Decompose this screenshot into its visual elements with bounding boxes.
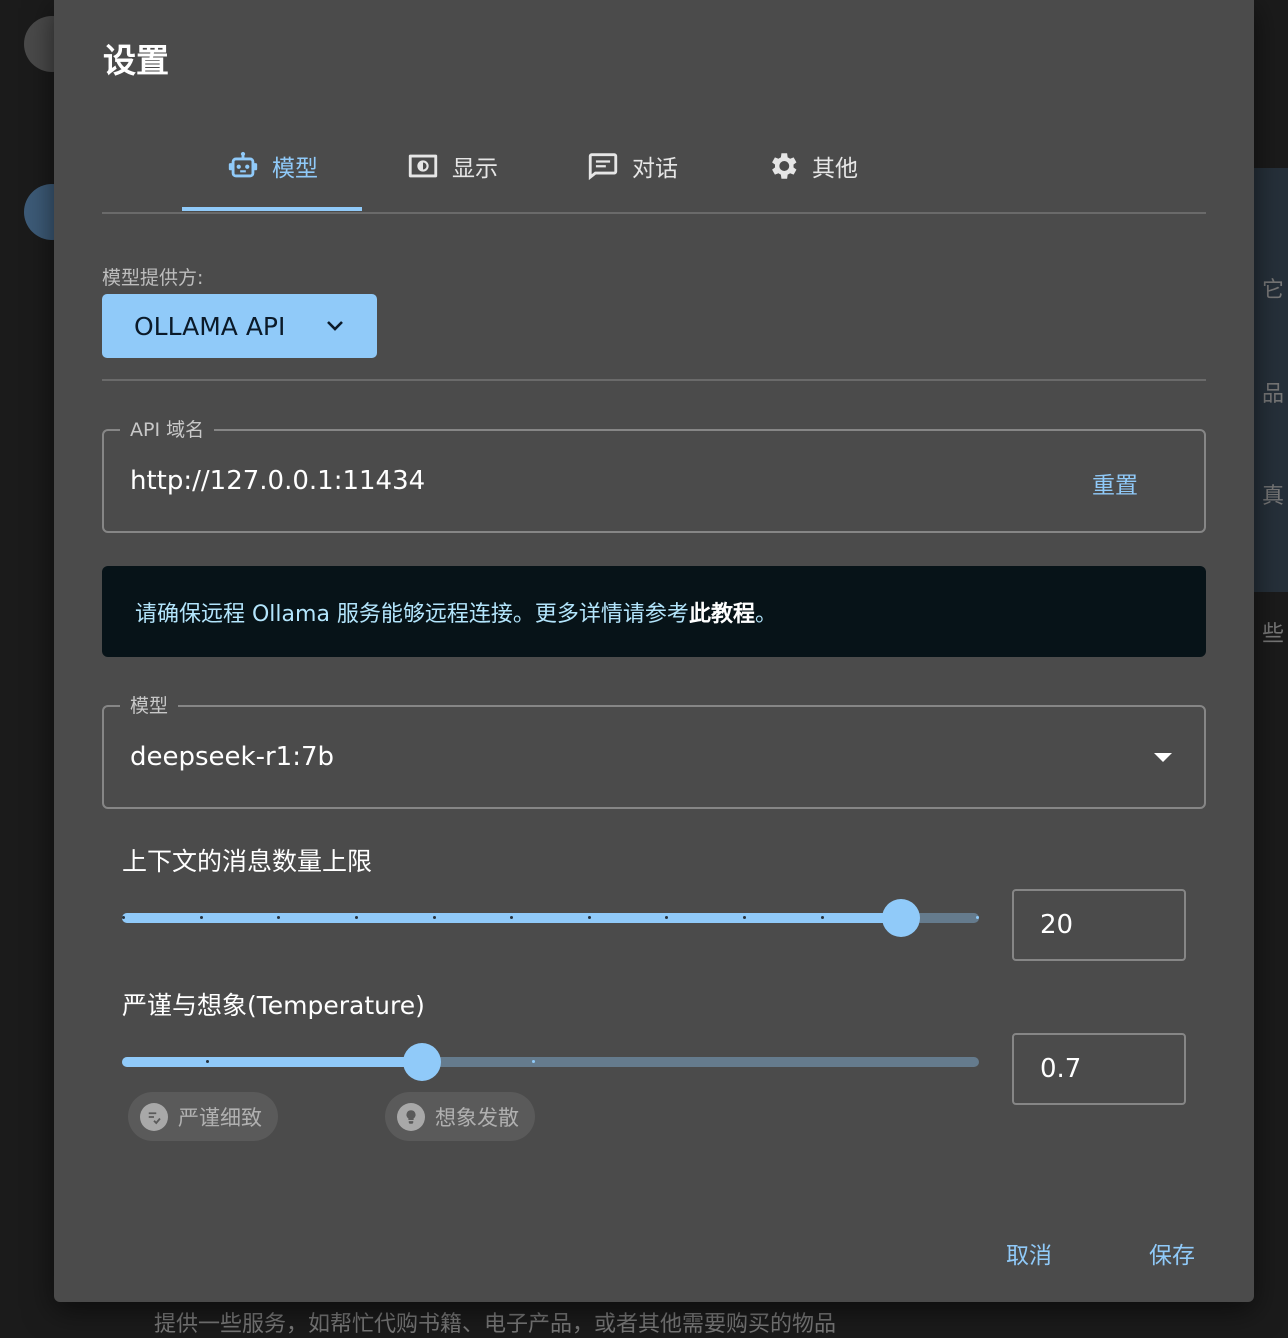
display-icon [408,154,438,178]
background-text: 真 [1262,484,1285,509]
slider-mark [976,916,979,919]
tutorial-link[interactable]: 此教程 [689,596,755,628]
slider-thumb[interactable] [402,1043,441,1081]
background-bottom-text: 提供一些服务，如帮忙代购书籍、电子产品，或者其他需要购买的物品 [154,1312,837,1337]
active-tab-indicator [182,207,362,211]
tab-chat[interactable]: 对话 [542,122,722,210]
slider-mark [432,916,436,919]
slider-thumb[interactable] [882,899,920,937]
tab-label: 其他 [812,156,858,182]
tab-model[interactable]: 模型 [182,122,362,210]
gear-icon [772,153,797,179]
temperature-input[interactable]: 0.7 [1012,1033,1186,1105]
slider-mark [199,916,203,919]
dialog-title: 设置 [103,41,169,80]
cancel-button[interactable]: 取消 [1006,1236,1052,1270]
save-button[interactable]: 保存 [1149,1236,1195,1270]
chip-label: 严谨细致 [178,1105,262,1130]
api-host-label: API 域名 [120,415,215,442]
settings-tabs: 模型 显示 对话 其他 [102,122,1206,214]
slider-track [122,1057,422,1067]
tab-label: 模型 [272,156,318,182]
settings-dialog: 设置 模型 显示 对话 其他 模型提供方: OLLAMA API API 域名 … [54,0,1254,1302]
slider-mark [354,916,358,919]
alert-text: 请确保远程 Ollama 服务能够远程连接。更多详情请参考 [135,601,689,627]
info-alert: 请确保远程 Ollama 服务能够远程连接。更多详情请参考 此教程。 [102,566,1206,657]
robot-icon [228,151,258,178]
tab-other[interactable]: 其他 [722,122,902,210]
slider-mark [206,1060,209,1063]
background-text: 品 [1262,382,1285,407]
lightbulb-icon [397,1102,425,1131]
context-limit-slider[interactable] [122,898,979,938]
slider-mark [532,1060,535,1063]
checklist-icon [140,1102,168,1131]
api-host-input[interactable]: http://127.0.0.1:11434 [130,466,425,496]
reset-button[interactable]: 重置 [1092,466,1138,500]
provider-value: OLLAMA API [134,311,286,341]
background-text: 它 [1262,278,1285,303]
context-limit-title: 上下文的消息数量上限 [122,847,373,876]
chip-precise[interactable]: 严谨细致 [128,1092,278,1141]
api-host-field[interactable]: API 域名 http://127.0.0.1:11434 重置 [102,415,1206,533]
slider-mark [820,916,824,919]
temperature-slider[interactable] [122,1042,979,1082]
provider-label: 模型提供方: [102,267,204,289]
chevron-down-icon [327,321,343,331]
model-select[interactable]: 模型 deepseek-r1:7b [102,691,1206,809]
background-text: 些 [1262,622,1285,647]
tab-display[interactable]: 显示 [362,122,542,210]
model-label: 模型 [120,691,179,718]
chip-label: 想象发散 [435,1105,519,1130]
section-divider [102,379,1206,381]
dropdown-arrow-icon[interactable] [1154,753,1172,762]
tab-label: 显示 [452,156,498,182]
slider-mark [122,916,125,919]
chat-icon [588,153,618,181]
tab-label: 对话 [632,156,678,182]
provider-select-button[interactable]: OLLAMA API [102,294,377,358]
chip-imaginative[interactable]: 想象发散 [385,1092,535,1141]
temperature-title: 严谨与想象(Temperature) [122,991,425,1020]
alert-suffix: 。 [754,601,777,627]
slider-mark [587,916,591,919]
context-limit-input[interactable]: 20 [1012,889,1186,961]
model-value: deepseek-r1:7b [130,742,335,772]
